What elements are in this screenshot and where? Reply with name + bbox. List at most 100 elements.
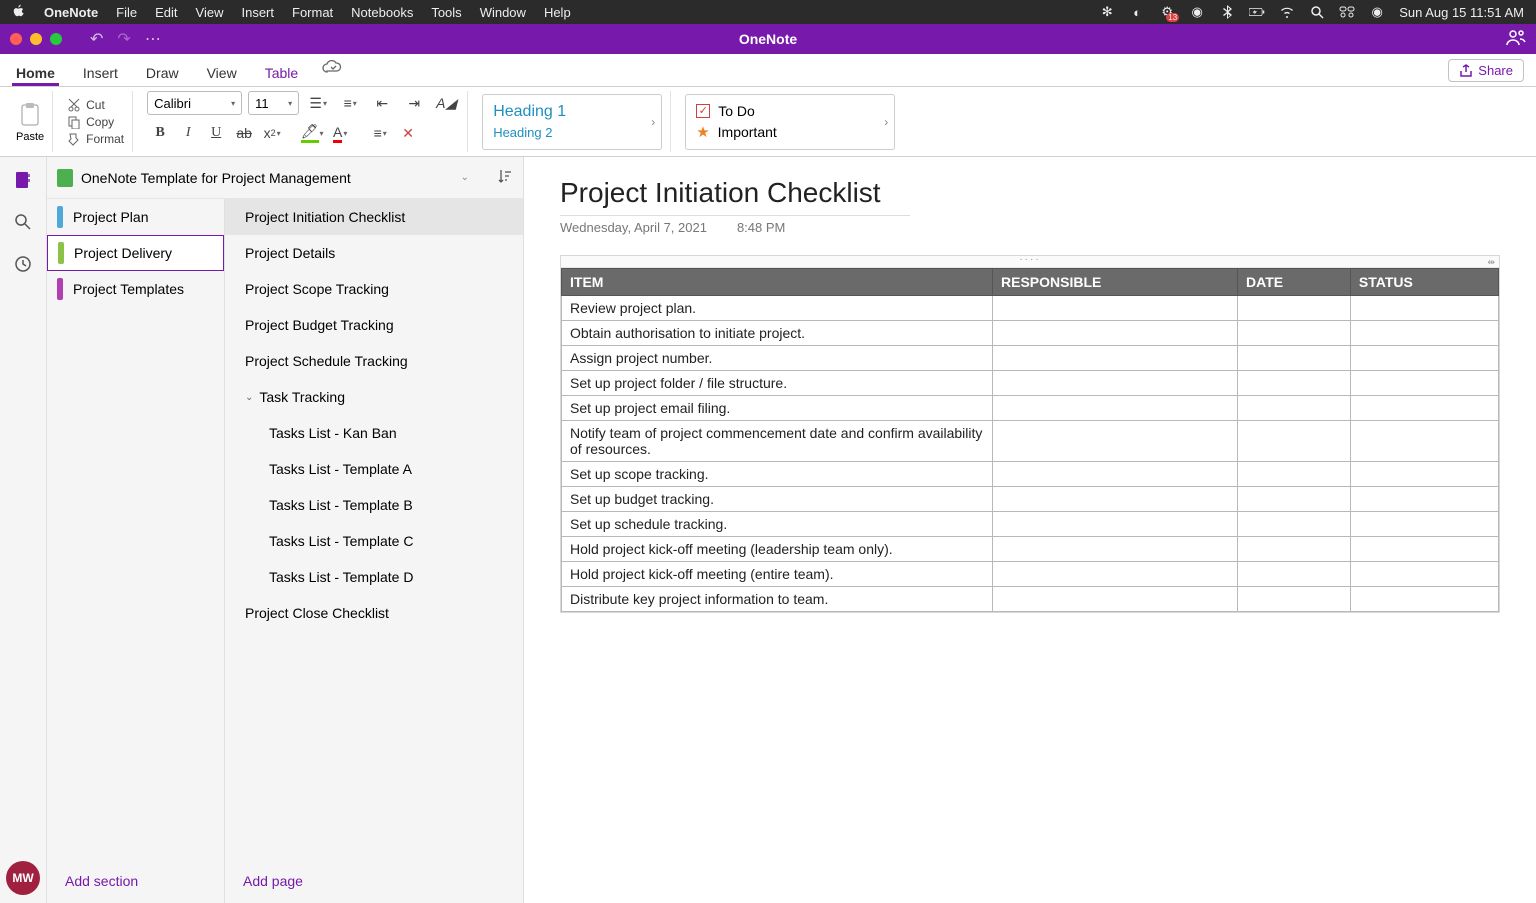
bluetooth-icon[interactable] <box>1219 4 1235 20</box>
table-cell[interactable] <box>1238 587 1351 612</box>
menu-help[interactable]: Help <box>544 5 571 20</box>
section-item[interactable]: Project Templates <box>47 271 224 307</box>
tab-insert[interactable]: Insert <box>79 59 122 86</box>
align-button[interactable]: ≡▾ <box>367 121 393 145</box>
page-item[interactable]: Project Budget Tracking <box>225 307 523 343</box>
note-container[interactable]: ⇹ ITEMRESPONSIBLEDATESTATUS Review proje… <box>560 255 1500 613</box>
maximize-window-button[interactable] <box>50 33 62 45</box>
cut-button[interactable]: Cut <box>67 98 124 112</box>
table-header-cell[interactable]: ITEM <box>562 269 993 296</box>
table-cell[interactable]: Set up project folder / file structure. <box>562 371 993 396</box>
checklist-table[interactable]: ITEMRESPONSIBLEDATESTATUS Review project… <box>561 268 1499 612</box>
page-item[interactable]: Project Details <box>225 235 523 271</box>
page-item[interactable]: Project Schedule Tracking <box>225 343 523 379</box>
table-cell[interactable]: Obtain authorisation to initiate project… <box>562 321 993 346</box>
wifi-icon[interactable] <box>1279 4 1295 20</box>
table-cell[interactable] <box>1350 487 1498 512</box>
tags-gallery[interactable]: ✓To Do ★Important › <box>685 94 895 150</box>
user-avatar[interactable]: MW <box>6 861 40 895</box>
table-cell[interactable] <box>993 487 1238 512</box>
indent-button[interactable]: ⇥ <box>401 91 427 115</box>
table-cell[interactable]: Notify team of project commencement date… <box>562 421 993 462</box>
page-title[interactable]: Project Initiation Checklist <box>560 177 1500 211</box>
add-section-button[interactable]: Add section <box>47 859 224 903</box>
table-cell[interactable]: Distribute key project information to te… <box>562 587 993 612</box>
table-cell[interactable]: Set up scope tracking. <box>562 462 993 487</box>
page-item[interactable]: Tasks List - Kan Ban <box>225 415 523 451</box>
table-row[interactable]: Notify team of project commencement date… <box>562 421 1499 462</box>
table-cell[interactable] <box>1350 296 1498 321</box>
page-content[interactable]: Project Initiation Checklist Wednesday, … <box>524 157 1536 903</box>
table-cell[interactable] <box>993 562 1238 587</box>
control-center-icon[interactable] <box>1339 4 1355 20</box>
table-header-cell[interactable]: RESPONSIBLE <box>993 269 1238 296</box>
collab-icon[interactable] <box>1506 28 1526 51</box>
style-heading1[interactable]: Heading 1 <box>493 101 651 123</box>
status-icon-2[interactable]: ◐ <box>1129 4 1145 20</box>
table-cell[interactable] <box>993 421 1238 462</box>
table-cell[interactable] <box>993 371 1238 396</box>
highlight-button[interactable]: 🖊▾ <box>299 121 325 145</box>
table-cell[interactable] <box>1238 487 1351 512</box>
menu-format[interactable]: Format <box>292 5 333 20</box>
font-name-select[interactable]: Calibri▾ <box>147 91 242 115</box>
bullets-button[interactable]: ☰▾ <box>305 91 331 115</box>
add-page-button[interactable]: Add page <box>225 859 523 903</box>
outdent-button[interactable]: ⇤ <box>369 91 395 115</box>
table-cell[interactable] <box>993 537 1238 562</box>
redo-button[interactable]: ↷ <box>117 29 130 49</box>
page-item[interactable]: Tasks List - Template D <box>225 559 523 595</box>
note-drag-handle[interactable]: ⇹ <box>561 256 1499 268</box>
table-cell[interactable] <box>1350 537 1498 562</box>
menu-tools[interactable]: Tools <box>431 5 461 20</box>
tag-todo[interactable]: ✓To Do <box>696 101 884 121</box>
section-item[interactable]: Project Delivery <box>47 235 224 271</box>
notebook-dropdown-icon[interactable]: ⌄ <box>461 172 469 183</box>
table-cell[interactable] <box>1238 321 1351 346</box>
table-header-cell[interactable]: STATUS <box>1350 269 1498 296</box>
table-header-cell[interactable]: DATE <box>1238 269 1351 296</box>
record-icon[interactable]: ◉ <box>1189 4 1205 20</box>
table-cell[interactable] <box>1350 462 1498 487</box>
close-window-button[interactable] <box>10 33 22 45</box>
table-cell[interactable] <box>993 346 1238 371</box>
table-cell[interactable]: Assign project number. <box>562 346 993 371</box>
status-icon-3[interactable]: ⚙13 <box>1159 4 1175 20</box>
page-item[interactable]: Tasks List - Template A <box>225 451 523 487</box>
tab-home[interactable]: Home <box>12 59 59 86</box>
tab-view[interactable]: View <box>203 59 241 86</box>
table-cell[interactable] <box>1238 371 1351 396</box>
table-cell[interactable]: Set up budget tracking. <box>562 487 993 512</box>
table-row[interactable]: Hold project kick-off meeting (leadershi… <box>562 537 1499 562</box>
page-item[interactable]: Project Scope Tracking <box>225 271 523 307</box>
recent-icon[interactable] <box>12 253 34 275</box>
table-cell[interactable]: Set up project email filing. <box>562 396 993 421</box>
table-cell[interactable] <box>993 512 1238 537</box>
app-name[interactable]: OneNote <box>44 5 98 20</box>
table-cell[interactable] <box>1350 346 1498 371</box>
table-cell[interactable] <box>993 462 1238 487</box>
table-cell[interactable] <box>993 321 1238 346</box>
tab-table[interactable]: Table <box>261 59 302 86</box>
table-cell[interactable]: Hold project kick-off meeting (leadershi… <box>562 537 993 562</box>
copy-button[interactable]: Copy <box>67 115 124 129</box>
table-row[interactable]: Set up scope tracking. <box>562 462 1499 487</box>
italic-button[interactable]: I <box>175 121 201 145</box>
page-item[interactable]: Project Close Checklist <box>225 595 523 631</box>
page-item[interactable]: Tasks List - Template C <box>225 523 523 559</box>
strikethrough-button[interactable]: ab <box>231 121 257 145</box>
expand-caret-icon[interactable]: ⌄ <box>245 392 253 403</box>
battery-icon[interactable] <box>1249 4 1265 20</box>
table-row[interactable]: Set up schedule tracking. <box>562 512 1499 537</box>
menu-file[interactable]: File <box>116 5 137 20</box>
table-cell[interactable] <box>1238 421 1351 462</box>
table-row[interactable]: Set up budget tracking. <box>562 487 1499 512</box>
table-cell[interactable] <box>993 587 1238 612</box>
menu-insert[interactable]: Insert <box>241 5 274 20</box>
table-cell[interactable] <box>1238 346 1351 371</box>
menubar-clock[interactable]: Sun Aug 15 11:51 AM <box>1399 5 1524 20</box>
siri-icon[interactable]: ◉ <box>1369 4 1385 20</box>
table-cell[interactable] <box>1238 562 1351 587</box>
tab-draw[interactable]: Draw <box>142 59 183 86</box>
table-row[interactable]: Set up project email filing. <box>562 396 1499 421</box>
